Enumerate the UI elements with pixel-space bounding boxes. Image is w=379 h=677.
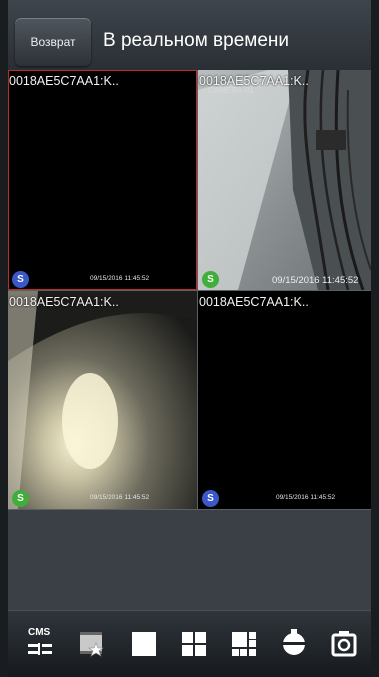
- stream-status-icon: S: [12, 271, 29, 288]
- stream-status-icon: S: [12, 490, 29, 507]
- layout-4-icon: [182, 632, 206, 656]
- tile-timestamp: 09/15/2016 11:45:52: [90, 494, 150, 501]
- app-frame: Возврат В реальном времени 0018AE5C7AA1:…: [0, 0, 379, 677]
- tile-timestamp: 09/15/2016 11:45:52: [276, 494, 336, 501]
- tile-camera-name: 0018AE5C7AA1:K..: [199, 74, 309, 88]
- layout-1-button[interactable]: [128, 627, 160, 661]
- stream-status-icon: S: [202, 490, 219, 507]
- layout-6-icon: [232, 632, 256, 656]
- page-title: В реальном времени: [103, 30, 290, 51]
- video-tile-4[interactable]: 0018AE5C7AA1:K.. 09/15/2016 11:45:52 S: [198, 291, 371, 509]
- tile-camera-name: 0018AE5C7AA1:K..: [9, 295, 119, 309]
- bottom-toolbar: CMS: [8, 610, 371, 677]
- tile-timestamp: 09/15/2016 11:45:52: [272, 275, 359, 286]
- left-edge: [0, 0, 8, 676]
- video-grid: 0018AE5C7AA1:K.. 09/15/2016 11:45:52 S C…: [8, 70, 371, 510]
- cms-button[interactable]: CMS: [26, 627, 58, 661]
- camera-feed-image: [198, 70, 371, 290]
- favorites-button[interactable]: [76, 627, 108, 661]
- header-bar: Возврат В реальном времени: [8, 0, 371, 70]
- layout-4-button[interactable]: [178, 627, 210, 661]
- right-edge: [371, 0, 379, 676]
- back-button[interactable]: Возврат: [15, 18, 91, 66]
- video-tile-2[interactable]: CAMERA-01 0018AE5C7AA1:K.. 09/15/2016 11…: [198, 70, 371, 290]
- snapshot-icon: [331, 631, 357, 657]
- tile-camera-name: 0018AE5C7AA1:K..: [9, 74, 119, 88]
- ptz-button[interactable]: [278, 627, 310, 661]
- video-tile-3[interactable]: 0018AE5C7AA1:K.. 09/15/2016 11:45:52 S: [8, 291, 197, 509]
- ptz-dome-icon: [281, 629, 307, 655]
- camera-feed-image: [8, 291, 197, 509]
- layout-6-button[interactable]: [228, 627, 260, 661]
- favorites-icon: [80, 632, 104, 657]
- stream-status-icon: S: [202, 271, 219, 288]
- cms-label: CMS: [28, 627, 51, 638]
- video-tile-1[interactable]: 0018AE5C7AA1:K.. 09/15/2016 11:45:52 S: [8, 70, 197, 290]
- layout-1-icon: [132, 632, 156, 656]
- tile-camera-name: 0018AE5C7AA1:K..: [199, 295, 309, 309]
- snapshot-button[interactable]: [328, 627, 360, 661]
- empty-area: [8, 510, 371, 610]
- tile-timestamp: 09/15/2016 11:45:52: [90, 275, 150, 282]
